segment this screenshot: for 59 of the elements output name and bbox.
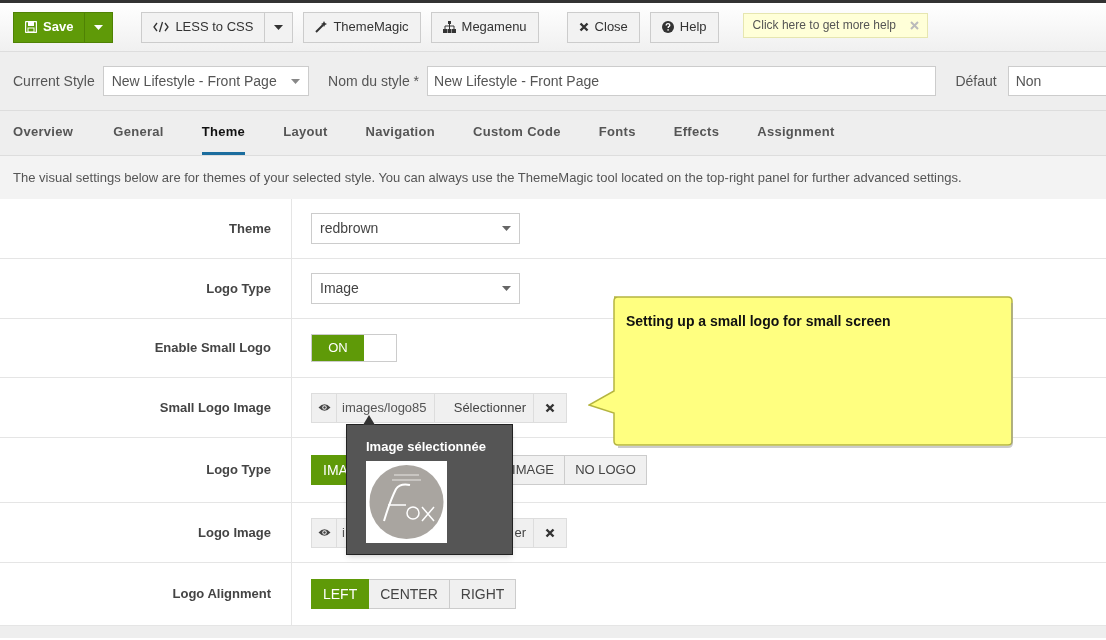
setting-label: Logo Image: [198, 523, 271, 542]
help-icon: [661, 21, 674, 33]
setting-label: Small Logo Image: [159, 398, 271, 417]
option-button[interactable]: RIGHT: [449, 579, 517, 609]
toolbar-button[interactable]: Close: [566, 11, 640, 43]
toolbar-button[interactable]: LESS to CSS: [141, 11, 266, 43]
save-icon: [25, 21, 37, 33]
magic-wand-icon: [315, 21, 328, 33]
caret-icon: [502, 286, 511, 291]
select-button[interactable]: Sélectionner: [435, 392, 534, 423]
dropdown-button[interactable]: [265, 11, 294, 43]
eye-icon: [317, 403, 331, 412]
toolbar-button[interactable]: Help: [649, 11, 719, 43]
setting-label: Theme: [229, 219, 271, 238]
tab[interactable]: Assignment: [757, 111, 835, 155]
tab[interactable]: Overview: [13, 111, 74, 155]
tab[interactable]: Effects: [673, 111, 720, 155]
tab[interactable]: Custom Code: [473, 111, 561, 155]
preview-button[interactable]: [311, 392, 337, 423]
select-field[interactable]: Image: [311, 273, 520, 304]
callout-text: Setting up a small logo for small screen: [626, 312, 891, 331]
tab[interactable]: General: [113, 111, 164, 155]
preview-button[interactable]: [311, 517, 337, 548]
pointer-icon: [363, 415, 375, 425]
option-button[interactable]: CENTER: [369, 579, 450, 609]
field-label: Nom du style *: [328, 71, 420, 91]
toolbar-button[interactable]: ThemeMagic: [303, 11, 421, 43]
eye-icon: [317, 528, 331, 537]
dropdown-button[interactable]: [85, 11, 114, 43]
style-name-field[interactable]: New Lifestyle - Front Page: [427, 66, 937, 96]
description-text: The visual settings below are for themes of your selected style. You can always use the ThemeMagic tool located on the top-right panel for further advanced settings.: [13, 168, 962, 187]
tab[interactable]: Layout: [283, 111, 328, 155]
default-select[interactable]: Non: [1007, 66, 1106, 96]
popup-title: Image sélectionnée: [366, 438, 487, 456]
close-icon: [545, 402, 555, 413]
tab[interactable]: Fonts: [598, 111, 636, 155]
field-label: Current Style: [13, 71, 95, 91]
clear-button[interactable]: [534, 392, 567, 423]
code-icon: [153, 21, 170, 33]
toolbar-button[interactable]: Megamenu: [430, 11, 539, 43]
caret-icon: [94, 24, 104, 30]
setting-label: Logo Alignment: [172, 585, 271, 604]
caret-icon: [502, 226, 511, 231]
image-path-field[interactable]: images/logo85: [337, 392, 435, 423]
close-icon: [578, 22, 589, 32]
clear-button[interactable]: [534, 517, 567, 548]
close-icon: [545, 527, 555, 538]
setting-label: Logo Type: [206, 461, 271, 480]
caret-icon: [291, 78, 300, 84]
caret-icon: [274, 24, 284, 30]
setting-label: Enable Small Logo: [154, 339, 271, 358]
select-field[interactable]: redbrown: [311, 213, 520, 244]
setting-label: Logo Type: [206, 279, 271, 298]
sitemap-icon: [442, 21, 456, 33]
field-label: Défaut: [955, 71, 997, 91]
style-select[interactable]: New Lifestyle - Front Page: [102, 66, 309, 96]
tab[interactable]: Navigation: [365, 111, 436, 155]
option-button[interactable]: NO LOGO: [565, 455, 647, 485]
tooltip-text: Click here to get more help: [752, 17, 896, 34]
